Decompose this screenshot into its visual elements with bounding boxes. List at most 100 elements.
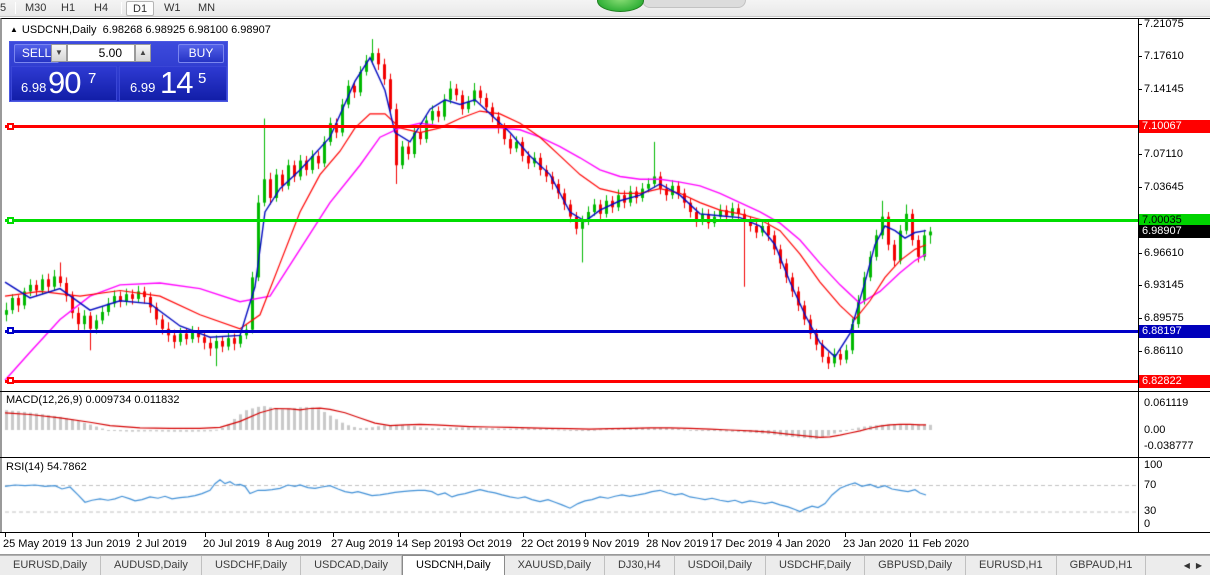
rsi-axis-label: 70 — [1144, 479, 1156, 491]
timeframe-d1-button[interactable]: D1 — [126, 1, 154, 16]
one-click-trading-panel: SELL ▼ ▲ BUY 6.98 90 7 6.99 14 5 — [9, 41, 228, 102]
mt4-terminal-window: 5 M30 H1 H4 D1 W1 MN ▲USDCNH,Daily 6.982… — [0, 0, 1210, 575]
hline-pivot-marker[interactable] — [7, 217, 14, 224]
hline-support-marker[interactable] — [7, 327, 14, 334]
buy-price-prefix: 6.99 — [130, 80, 155, 95]
hline-pivot[interactable] — [5, 219, 1138, 222]
date-label: 4 Jan 2020 — [776, 538, 830, 550]
date-tick-mark — [778, 533, 779, 537]
hline-lower-support-marker[interactable] — [7, 377, 14, 384]
ohlc-values: 6.98268 6.98925 6.98100 6.98907 — [103, 24, 271, 36]
axis-tick-label: 7.14145 — [1144, 83, 1184, 95]
tab-scroll-controls: ◀▶ — [1176, 556, 1210, 575]
axis-tick-label: 7.21075 — [1144, 18, 1184, 30]
chart-tab-usdoil-daily[interactable]: USDOil,Daily — [675, 556, 766, 575]
date-label: 20 Jul 2019 — [203, 538, 260, 550]
timeframe-mn-button[interactable]: MN — [192, 1, 221, 16]
buy-button[interactable]: BUY — [178, 44, 224, 63]
date-tick-mark — [585, 533, 586, 537]
macd-axis-label: -0.038777 — [1144, 440, 1194, 452]
hline-support[interactable] — [5, 330, 1138, 333]
macd-axis-label: 0.00 — [1144, 424, 1165, 436]
date-tick-mark — [205, 533, 206, 537]
date-label: 8 Aug 2019 — [266, 538, 322, 550]
timeframe-h1-button[interactable]: H1 — [55, 1, 81, 16]
axis-tick-label: 7.07110 — [1144, 148, 1183, 160]
rsi-dateaxis-separator — [0, 532, 1210, 533]
axis-tick-label: 6.93145 — [1144, 279, 1184, 291]
axis-tick-mark — [1138, 187, 1142, 188]
date-tick-mark — [5, 533, 6, 537]
date-tick-mark — [268, 533, 269, 537]
volume-input[interactable] — [67, 44, 135, 62]
axis-tick-mark — [1138, 154, 1142, 155]
overlay-green-oval — [597, 0, 644, 12]
toolbar-separator — [15, 2, 16, 14]
timeframe-h4-button[interactable]: H4 — [88, 1, 114, 16]
axis-tick-mark — [1138, 253, 1142, 254]
sell-price-box[interactable]: 6.98 90 7 — [11, 66, 117, 101]
chart-tab-usdchf-daily[interactable]: USDCHF,Daily — [766, 556, 865, 575]
hline-lower-support[interactable] — [5, 380, 1138, 383]
macd-rsi-separator[interactable] — [0, 457, 1210, 458]
support-price-badge: 6.88197 — [1139, 325, 1210, 338]
macd-axis-label: 0.061119 — [1144, 397, 1188, 409]
hline-resistance[interactable] — [5, 125, 1138, 128]
axis-tick-mark — [1138, 285, 1142, 286]
chart-tab-usdcad-daily[interactable]: USDCAD,Daily — [301, 556, 402, 575]
date-tick-mark — [138, 533, 139, 537]
chart-tab-dj30-h4[interactable]: DJ30,H4 — [605, 556, 675, 575]
buy-price-pip: 5 — [198, 70, 206, 87]
timeframe-w1-button[interactable]: W1 — [158, 1, 187, 16]
tab-scroll-left-icon[interactable]: ◀ — [1184, 561, 1190, 570]
axis-tick-mark — [1138, 351, 1142, 352]
macd-label: MACD(12,26,9) 0.009734 0.011832 — [6, 394, 179, 406]
date-tick-mark — [910, 533, 911, 537]
chart-title: ▲ USDCNH,Daily 6.98268 6.98925 6.98100 6.… — [10, 24, 271, 36]
axis-tick-mark — [1138, 89, 1142, 90]
price-macd-separator[interactable] — [0, 391, 1210, 392]
date-tick-mark — [333, 533, 334, 537]
date-axis[interactable]: 25 May 201913 Jun 20192 Jul 201920 Jul 2… — [0, 533, 1210, 554]
rsi-axis-label: 100 — [1144, 459, 1162, 471]
chart-tab-audusd-daily[interactable]: AUDUSD,Daily — [101, 556, 202, 575]
sell-price-main: 90 — [48, 65, 80, 101]
date-tick-mark — [648, 533, 649, 537]
collapse-arrow-icon[interactable]: ▲ — [10, 25, 18, 34]
symbol-period-label: USDCNH,Daily — [22, 24, 97, 36]
hline-resistance-marker[interactable] — [7, 123, 14, 130]
buy-price-box[interactable]: 6.99 14 5 — [119, 66, 227, 101]
toolbar-separator — [121, 2, 122, 14]
volume-increase-button[interactable]: ▲ — [135, 44, 151, 62]
rsi-axis-label: 30 — [1144, 505, 1156, 517]
date-label: 17 Dec 2019 — [710, 538, 772, 550]
date-tick-mark — [460, 533, 461, 537]
sell-price-prefix: 6.98 — [21, 80, 46, 95]
date-label: 28 Nov 2019 — [646, 538, 708, 550]
tab-scroll-right-icon[interactable]: ▶ — [1196, 561, 1202, 570]
current-price-badge: 6.98907 — [1139, 225, 1210, 238]
axis-tick-label: 7.17610 — [1144, 50, 1184, 62]
date-tick-mark — [72, 533, 73, 537]
date-label: 3 Oct 2019 — [458, 538, 512, 550]
date-label: 25 May 2019 — [3, 538, 67, 550]
volume-decrease-button[interactable]: ▼ — [51, 44, 67, 62]
price-axis-line — [1138, 19, 1139, 532]
date-tick-mark — [712, 533, 713, 537]
chart-tab-gbpaud-h1[interactable]: GBPAUD,H1 — [1057, 556, 1147, 575]
chart-tab-eurusd-h1[interactable]: EURUSD,H1 — [966, 556, 1057, 575]
date-label: 23 Jan 2020 — [843, 538, 904, 550]
timeframe-m5-button[interactable]: 5 — [0, 1, 12, 16]
axis-tick-mark — [1138, 56, 1142, 57]
chart-tab-eurusd-daily[interactable]: EURUSD,Daily — [0, 556, 101, 575]
chart-tab-usdchf-daily[interactable]: USDCHF,Daily — [202, 556, 301, 575]
overlay-pill-shape — [642, 0, 746, 8]
chart-tab-gbpusd-daily[interactable]: GBPUSD,Daily — [865, 556, 966, 575]
axis-tick-mark — [1138, 24, 1142, 25]
timeframe-m30-button[interactable]: M30 — [19, 1, 52, 16]
chart-tab-xauusd-daily[interactable]: XAUUSD,Daily — [505, 556, 605, 575]
date-label: 13 Jun 2019 — [70, 538, 131, 550]
chart-tab-usdcnh-daily[interactable]: USDCNH,Daily — [402, 555, 505, 575]
resistance-price-badge: 7.10067 — [1139, 120, 1210, 133]
date-tick-mark — [398, 533, 399, 537]
